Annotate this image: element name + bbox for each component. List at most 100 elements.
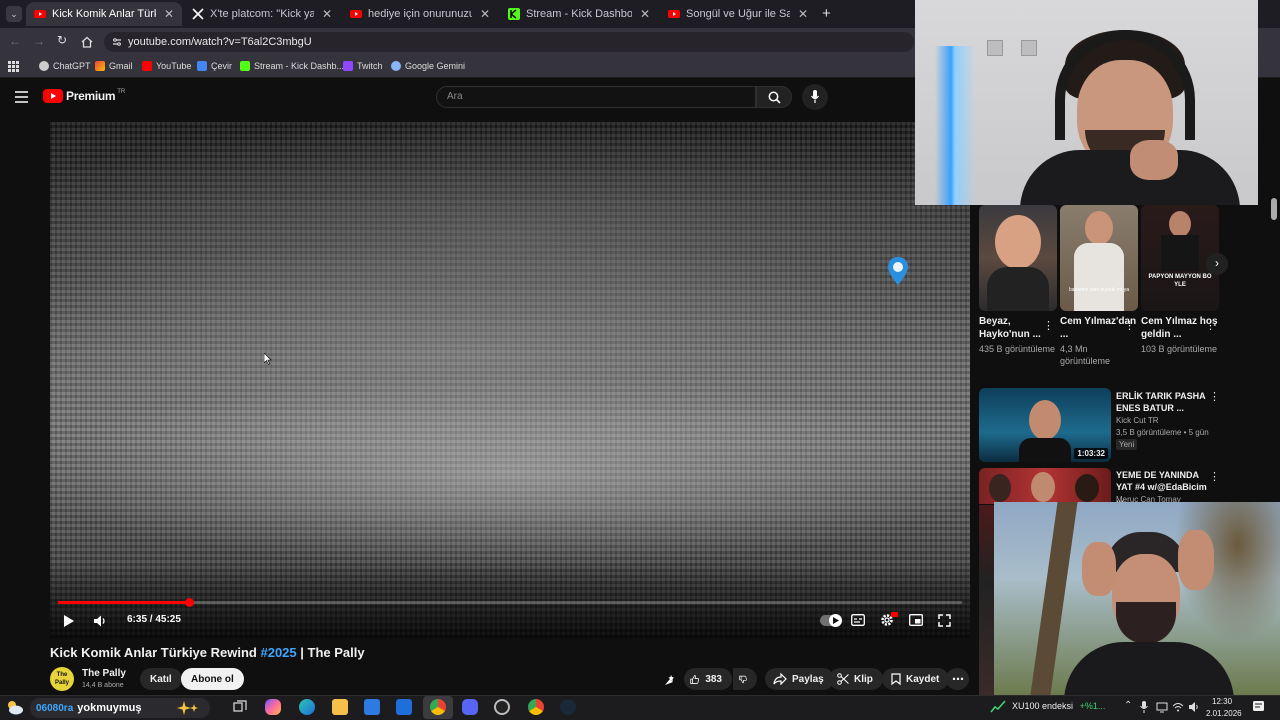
face-shape xyxy=(1029,400,1061,440)
shorts-caption: babamın sanı kuyruk mı ya xyxy=(1068,287,1130,293)
task-view-icon[interactable] xyxy=(233,700,247,714)
close-tab-icon[interactable]: ✕ xyxy=(164,7,174,21)
copilot-icon[interactable] xyxy=(265,699,281,715)
shorts-caption: PAPYON MAYYON BO YLE xyxy=(1148,274,1212,288)
video-channel[interactable]: Kick Cut TR xyxy=(1116,415,1216,426)
miniplayer-icon[interactable] xyxy=(909,614,923,626)
bookmark-gemini[interactable]: Google Gemini xyxy=(391,61,465,71)
close-tab-icon[interactable]: ✕ xyxy=(322,7,332,21)
chrome-profile-icon[interactable] xyxy=(528,699,544,715)
shorts-next-button[interactable]: › xyxy=(1206,253,1228,275)
wall-switch xyxy=(1021,40,1037,56)
close-tab-icon[interactable]: ✕ xyxy=(640,7,650,21)
progress-scrubber[interactable] xyxy=(185,598,195,607)
gmail-icon xyxy=(95,61,105,71)
site-info-icon[interactable] xyxy=(112,37,122,47)
tab-search-button[interactable]: ⌄ xyxy=(6,6,22,22)
forward-icon[interactable]: → xyxy=(33,34,45,48)
taskbar-search[interactable]: 06080ra yokmuymuş xyxy=(30,698,210,718)
tab-kick-dashboard[interactable]: Stream - Kick Dashboard ✕ xyxy=(500,2,658,26)
share-button[interactable]: Paylaş xyxy=(765,668,834,690)
fullscreen-icon[interactable] xyxy=(938,614,951,627)
new-tab-button[interactable]: + xyxy=(822,5,831,22)
video-player[interactable] xyxy=(50,122,970,638)
play-icon[interactable] xyxy=(63,614,75,628)
tab-kick-komik[interactable]: Kick Komik Anlar Türkiye Rewind ✕ xyxy=(26,2,182,26)
tray-overflow-icon[interactable]: ⌃ xyxy=(1124,700,1132,711)
close-tab-icon[interactable]: ✕ xyxy=(798,7,808,21)
search-button[interactable] xyxy=(756,86,792,108)
bookmark-translate[interactable]: Çevir xyxy=(197,61,232,71)
more-actions-button[interactable]: ⋯ xyxy=(946,668,969,690)
dislike-button[interactable] xyxy=(733,668,757,690)
search-input[interactable]: Ara xyxy=(436,86,756,108)
steam-icon[interactable] xyxy=(560,699,576,715)
shorts-views: 4,3 Mn görüntüleme xyxy=(1060,344,1111,366)
video-menu-icon[interactable]: ⋮ xyxy=(1209,390,1220,403)
video-menu-icon[interactable]: ⋮ xyxy=(1209,470,1220,483)
notification-icon[interactable] xyxy=(1252,700,1265,713)
obs-icon[interactable] xyxy=(494,699,510,715)
subtitles-icon[interactable] xyxy=(851,614,865,626)
weather-icon[interactable] xyxy=(4,698,24,716)
recommended-video[interactable]: 1:03:32 ERLİK TARIK PASHA ENES BATUR ...… xyxy=(979,388,1220,466)
subscribe-button[interactable]: Abone ol xyxy=(181,668,244,690)
discord-icon[interactable] xyxy=(462,699,478,715)
save-button[interactable]: Kaydet xyxy=(882,668,950,690)
clip-label: Klip xyxy=(854,673,873,685)
like-button[interactable]: 383 xyxy=(684,668,732,690)
shorts-card[interactable]: PAPYON MAYYON BO YLE Cem Yılmaz hoş geld… xyxy=(1141,205,1219,355)
wifi-tray-icon[interactable] xyxy=(1172,701,1184,713)
face-shape xyxy=(1085,211,1113,245)
shorts-card[interactable]: Beyaz, Hayko'nun ... 435 B görüntüleme ⋮ xyxy=(979,205,1057,355)
home-icon[interactable] xyxy=(81,36,93,48)
join-button[interactable]: Katıl xyxy=(140,668,182,690)
volume-tray-icon[interactable] xyxy=(1188,701,1200,713)
new-badge: Yeni xyxy=(1116,439,1138,450)
outlook-icon[interactable] xyxy=(396,699,412,715)
address-bar[interactable]: youtube.com/watch?v=T6al2C3mbgU xyxy=(104,32,914,52)
magic-hand-icon[interactable] xyxy=(663,673,677,687)
volume-icon[interactable] xyxy=(93,614,107,628)
stock-widget[interactable]: XU100 endeksi +%1... xyxy=(1012,701,1105,711)
voice-search-button[interactable] xyxy=(802,84,828,110)
clock-time[interactable]: 12:30 xyxy=(1212,697,1232,706)
network-tray-icon[interactable] xyxy=(1156,701,1168,713)
reload-icon[interactable]: ↻ xyxy=(57,33,67,47)
x-icon xyxy=(192,8,204,20)
youtube-logo[interactable]: Premium TR xyxy=(43,89,125,103)
mic-tray-icon[interactable] xyxy=(1140,701,1148,713)
person-torso xyxy=(1064,642,1234,695)
clip-button[interactable]: Klip xyxy=(829,668,883,690)
channel-name[interactable]: The Pally xyxy=(82,668,126,679)
tab-hediye[interactable]: hediye için onurunuzu şerefiniz ✕ xyxy=(342,2,498,26)
shorts-menu-icon[interactable]: ⋮ xyxy=(1124,319,1135,332)
tab-songul[interactable]: Songül ve Uğur ile Sana Değer ✕ xyxy=(660,2,816,26)
bookmark-youtube[interactable]: YouTube xyxy=(142,61,191,71)
shorts-thumbnail xyxy=(979,205,1057,311)
autoplay-toggle[interactable] xyxy=(820,614,842,627)
recommended-video[interactable]: YEME DE YANINDA YAT #4 w/@EdaBicim ... M… xyxy=(979,468,1220,504)
apps-grid-icon[interactable] xyxy=(8,61,19,72)
edge-icon[interactable] xyxy=(299,699,315,715)
bookmark-kick-dashboard[interactable]: Stream - Kick Dashb... xyxy=(240,61,344,71)
menu-icon[interactable] xyxy=(15,91,28,103)
close-tab-icon[interactable]: ✕ xyxy=(480,7,490,21)
video-hashtag-link[interactable]: #2025 xyxy=(260,645,296,660)
shorts-card[interactable]: babamın sanı kuyruk mı ya Cem Yılmaz'dan… xyxy=(1060,205,1138,367)
bookmark-twitch[interactable]: Twitch xyxy=(343,61,383,71)
back-icon[interactable]: ← xyxy=(9,34,21,48)
wall-blue-light xyxy=(935,46,975,205)
file-explorer-icon[interactable] xyxy=(332,699,348,715)
channel-avatar[interactable]: The Pally xyxy=(50,667,74,691)
video-progress-bar[interactable] xyxy=(58,598,962,607)
store-icon[interactable] xyxy=(364,699,380,715)
shorts-menu-icon[interactable]: ⋮ xyxy=(1205,319,1216,332)
shorts-menu-icon[interactable]: ⋮ xyxy=(1043,319,1054,332)
bookmark-gmail[interactable]: Gmail xyxy=(95,61,133,71)
tab-x-post[interactable]: X'te platcom: "Kick yayıncısı Ca ✕ xyxy=(184,2,340,26)
bookmark-chatgpt[interactable]: ChatGPT xyxy=(39,61,91,71)
clock-date[interactable]: 2.01.2026 xyxy=(1206,709,1242,718)
chrome-icon[interactable] xyxy=(430,699,446,715)
scrollbar-thumb[interactable] xyxy=(1271,198,1277,220)
